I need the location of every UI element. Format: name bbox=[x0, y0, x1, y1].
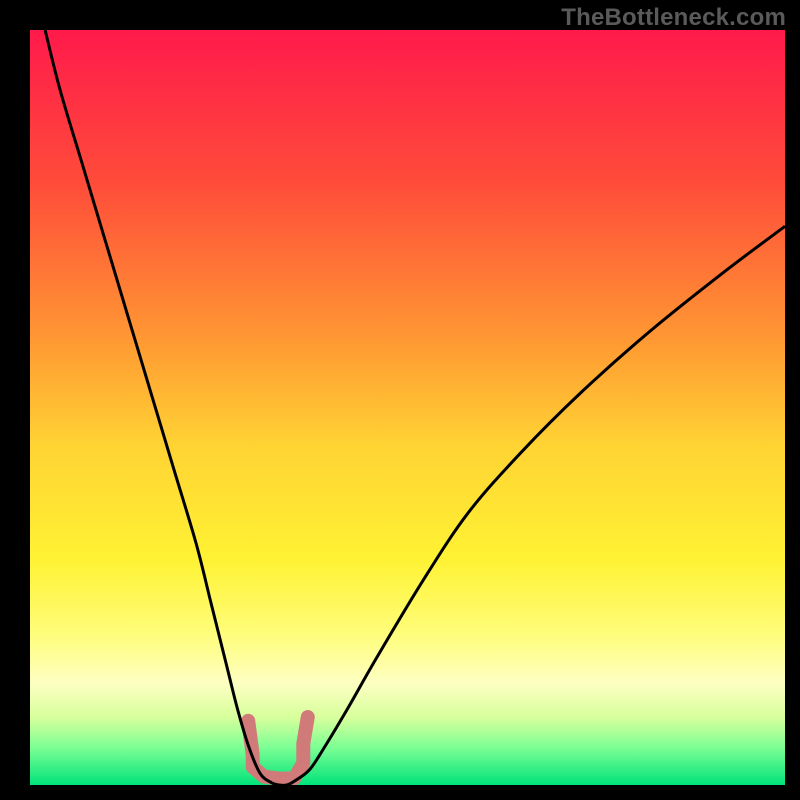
plot-area bbox=[30, 30, 785, 785]
chart-frame: TheBottleneck.com bbox=[0, 0, 800, 800]
gradient-background bbox=[30, 30, 785, 785]
watermark-text: TheBottleneck.com bbox=[561, 4, 786, 32]
bottleneck-chart bbox=[30, 30, 785, 785]
